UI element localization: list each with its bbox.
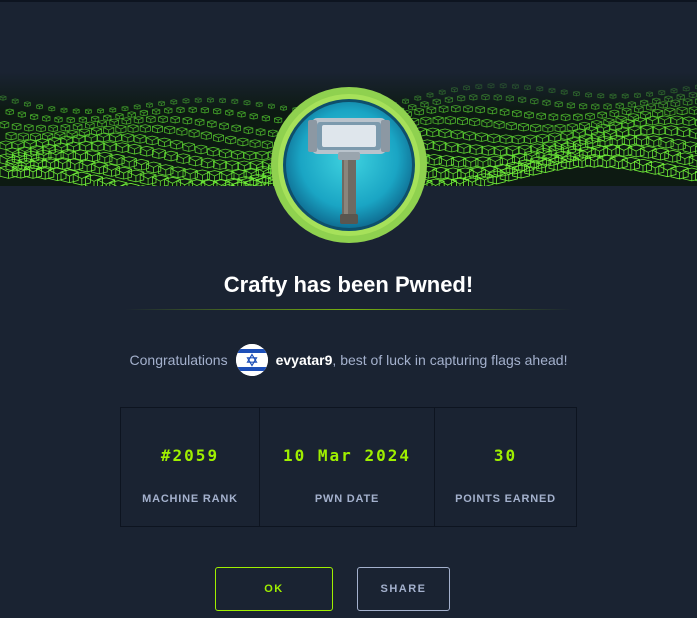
congrats-prefix: Congratulations xyxy=(129,352,228,368)
share-button[interactable]: SHARE xyxy=(357,567,450,611)
machine-badge xyxy=(270,86,428,244)
avatar[interactable] xyxy=(235,344,268,376)
congrats-message: Congratulations evyatar9, best of luck i… xyxy=(0,342,697,378)
stat-label: PWN DATE xyxy=(314,493,380,505)
stat-points-earned: 30 POINTS EARNED xyxy=(435,408,576,526)
stat-pwn-date: 10 Mar 2024 PWN DATE xyxy=(260,408,435,526)
stat-value: 30 xyxy=(493,446,518,465)
title-divider xyxy=(125,309,572,310)
page-title: Crafty has been Pwned! xyxy=(223,272,474,297)
pwned-dialog: Crafty has been Pwned! Congratulations e… xyxy=(0,0,697,618)
stat-label: MACHINE RANK xyxy=(142,493,238,505)
ok-button[interactable]: OK xyxy=(215,567,333,611)
congrats-suffix: , best of luck in capturing flags ahead! xyxy=(332,352,568,368)
stat-machine-rank: #2059 MACHINE RANK xyxy=(121,408,260,526)
stats-panel: #2059 MACHINE RANK 10 Mar 2024 PWN DATE … xyxy=(120,407,577,527)
stat-value: 10 Mar 2024 xyxy=(283,446,411,465)
stat-label: POINTS EARNED xyxy=(455,493,556,505)
israel-flag-icon xyxy=(235,344,268,376)
username[interactable]: evyatar9 xyxy=(276,352,333,368)
stat-value: #2059 xyxy=(160,446,220,465)
